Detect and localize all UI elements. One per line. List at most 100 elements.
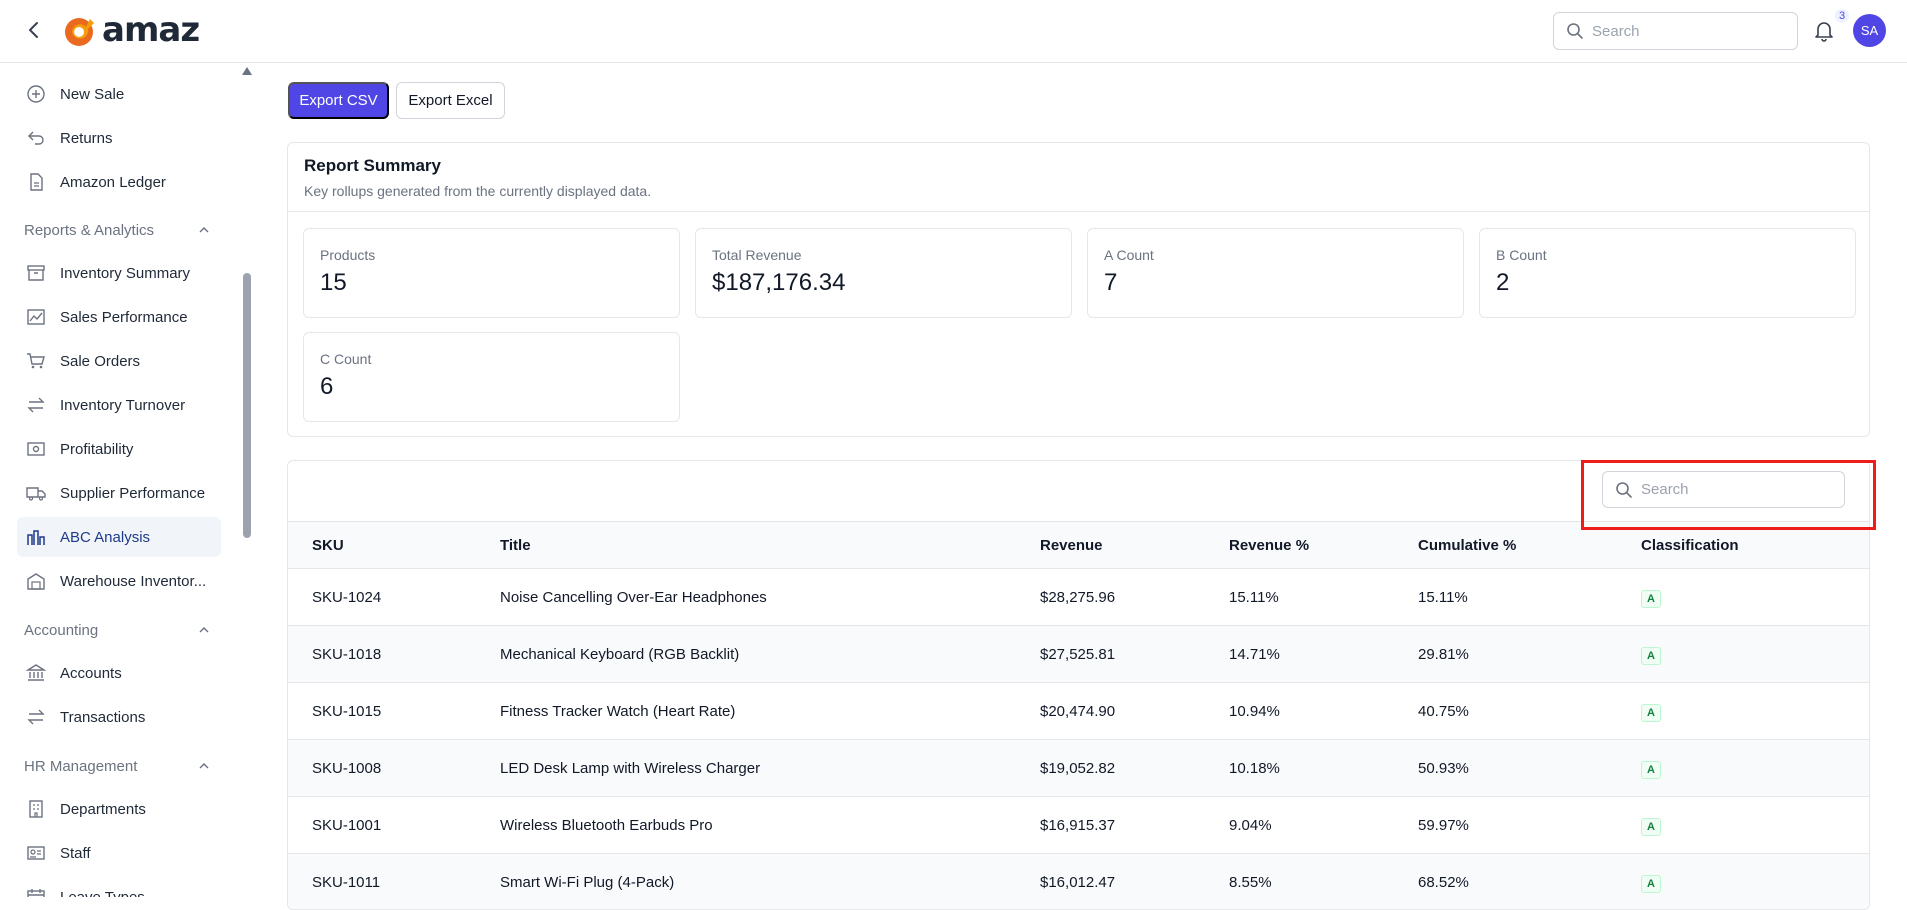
cell-title: Fitness Tracker Watch (Heart Rate) bbox=[500, 703, 736, 720]
cell-revenue: $28,275.96 bbox=[1040, 589, 1116, 606]
document-icon bbox=[25, 171, 47, 193]
stat-card-b-count: B Count 2 bbox=[1479, 228, 1856, 318]
sidebar: New Sale Returns Amazon Ledger Reports &… bbox=[0, 63, 237, 897]
undo-icon bbox=[25, 127, 47, 149]
section-hr-management[interactable]: HR Management bbox=[24, 751, 210, 781]
stat-label: C Count bbox=[320, 351, 372, 367]
sidebar-item-profitability[interactable]: Profitability bbox=[17, 429, 221, 469]
archive-icon bbox=[25, 262, 47, 284]
bar-chart-icon bbox=[25, 526, 47, 548]
notification-badge: 3 bbox=[1835, 9, 1850, 23]
global-search[interactable] bbox=[1553, 12, 1798, 50]
export-csv-button[interactable]: Export CSV bbox=[288, 82, 389, 119]
classification-badge: A bbox=[1641, 875, 1661, 893]
logo-text: amaz bbox=[102, 10, 200, 50]
column-header-sku[interactable]: SKU bbox=[312, 537, 344, 554]
column-header-title[interactable]: Title bbox=[500, 537, 531, 554]
table-row[interactable]: SKU-1024 Noise Cancelling Over-Ear Headp… bbox=[288, 569, 1869, 626]
avatar[interactable]: SA bbox=[1853, 14, 1886, 47]
sidebar-item-supplier-performance[interactable]: Supplier Performance bbox=[17, 473, 221, 513]
column-header-revenue-pct[interactable]: Revenue % bbox=[1229, 537, 1309, 554]
export-excel-button[interactable]: Export Excel bbox=[396, 82, 505, 119]
cell-sku: SKU-1001 bbox=[312, 817, 382, 834]
highlight-box bbox=[1581, 460, 1876, 530]
section-reports-analytics[interactable]: Reports & Analytics bbox=[24, 215, 210, 245]
table-row[interactable]: SKU-1008 LED Desk Lamp with Wireless Cha… bbox=[288, 740, 1869, 797]
sidebar-item-inventory-turnover[interactable]: Inventory Turnover bbox=[17, 385, 221, 425]
cell-title: Smart Wi-Fi Plug (4-Pack) bbox=[500, 874, 675, 891]
sidebar-item-inventory-summary[interactable]: Inventory Summary bbox=[17, 253, 221, 293]
sidebar-item-new-sale[interactable]: New Sale bbox=[17, 74, 221, 114]
sidebar-item-label: Leave Types bbox=[60, 888, 145, 898]
sidebar-item-departments[interactable]: Departments bbox=[17, 789, 221, 829]
trend-chart-icon bbox=[25, 306, 47, 328]
sidebar-item-label: Sale Orders bbox=[60, 352, 141, 370]
cell-revenue: $19,052.82 bbox=[1040, 760, 1116, 777]
app-logo[interactable]: amaz bbox=[62, 10, 200, 50]
back-button[interactable] bbox=[22, 18, 46, 42]
cell-title: Wireless Bluetooth Earbuds Pro bbox=[500, 817, 713, 834]
summary-subtitle: Key rollups generated from the currently… bbox=[304, 183, 652, 199]
global-search-input[interactable] bbox=[1592, 22, 1782, 40]
stat-card-total-revenue: Total Revenue $187,176.34 bbox=[695, 228, 1072, 318]
cell-revenue-pct: 10.18% bbox=[1229, 760, 1280, 777]
cell-revenue-pct: 10.94% bbox=[1229, 703, 1280, 720]
stat-label: B Count bbox=[1496, 247, 1547, 263]
sidebar-item-label: Amazon Ledger bbox=[60, 173, 166, 191]
calendar-icon bbox=[25, 886, 47, 897]
chevron-up-icon bbox=[199, 627, 209, 633]
sidebar-item-accounts[interactable]: Accounts bbox=[17, 653, 221, 693]
stat-label: Products bbox=[320, 247, 376, 263]
warehouse-icon bbox=[25, 570, 47, 592]
sidebar-item-sale-orders[interactable]: Sale Orders bbox=[17, 341, 221, 381]
cell-cumulative-pct: 50.93% bbox=[1418, 760, 1469, 777]
table-row[interactable]: SKU-1011 Smart Wi-Fi Plug (4-Pack) $16,0… bbox=[288, 854, 1869, 909]
stat-label: Total Revenue bbox=[712, 247, 802, 263]
plus-circle-icon bbox=[25, 83, 47, 105]
sidebar-item-staff[interactable]: Staff bbox=[17, 833, 221, 873]
sidebar-item-warehouse-inventory[interactable]: Warehouse Inventor... bbox=[17, 561, 221, 601]
column-header-cumulative-pct[interactable]: Cumulative % bbox=[1418, 537, 1516, 554]
stat-value: $187,176.34 bbox=[712, 269, 846, 296]
sidebar-item-sales-performance[interactable]: Sales Performance bbox=[17, 297, 221, 337]
sidebar-item-label: Sales Performance bbox=[60, 308, 188, 326]
cell-revenue: $16,012.47 bbox=[1040, 874, 1116, 891]
cell-cumulative-pct: 40.75% bbox=[1418, 703, 1469, 720]
bell-icon[interactable] bbox=[1812, 18, 1836, 42]
section-accounting[interactable]: Accounting bbox=[24, 615, 210, 645]
report-summary-card: Report Summary Key rollups generated fro… bbox=[287, 142, 1870, 437]
table-row[interactable]: SKU-1015 Fitness Tracker Watch (Heart Ra… bbox=[288, 683, 1869, 740]
scroll-up-arrow-icon[interactable] bbox=[242, 67, 252, 75]
classification-badge: A bbox=[1641, 761, 1661, 779]
column-header-classification[interactable]: Classification bbox=[1641, 537, 1739, 554]
sidebar-item-label: Inventory Summary bbox=[60, 264, 191, 282]
cell-revenue: $27,525.81 bbox=[1040, 646, 1116, 663]
classification-badge: A bbox=[1641, 704, 1661, 722]
chevron-up-icon bbox=[199, 227, 209, 233]
column-header-revenue[interactable]: Revenue bbox=[1040, 537, 1103, 554]
cell-revenue: $20,474.90 bbox=[1040, 703, 1116, 720]
sidebar-scroll-thumb[interactable] bbox=[243, 273, 251, 538]
table-row[interactable]: SKU-1018 Mechanical Keyboard (RGB Backli… bbox=[288, 626, 1869, 683]
sidebar-item-transactions[interactable]: Transactions bbox=[17, 697, 221, 737]
table-row[interactable]: SKU-1001 Wireless Bluetooth Earbuds Pro … bbox=[288, 797, 1869, 854]
section-label: HR Management bbox=[24, 757, 138, 775]
id-card-icon bbox=[25, 842, 47, 864]
cell-revenue: $16,915.37 bbox=[1040, 817, 1116, 834]
stat-card-c-count: C Count 6 bbox=[303, 332, 680, 422]
sidebar-item-returns[interactable]: Returns bbox=[17, 118, 221, 158]
sidebar-item-label: Profitability bbox=[60, 440, 134, 458]
section-label: Accounting bbox=[24, 621, 99, 639]
sidebar-item-abc-analysis[interactable]: ABC Analysis bbox=[17, 517, 221, 557]
classification-badge: A bbox=[1641, 818, 1661, 836]
swap-arrows-icon bbox=[25, 394, 47, 416]
stat-label: A Count bbox=[1104, 247, 1154, 263]
sidebar-item-label: Accounts bbox=[60, 664, 122, 682]
sidebar-item-label: Departments bbox=[60, 800, 146, 818]
sidebar-item-leave-types[interactable]: Leave Types bbox=[17, 877, 221, 897]
building-icon bbox=[25, 798, 47, 820]
cell-sku: SKU-1008 bbox=[312, 760, 382, 777]
divider bbox=[288, 211, 1869, 212]
cell-revenue-pct: 9.04% bbox=[1229, 817, 1272, 834]
sidebar-item-amazon-ledger[interactable]: Amazon Ledger bbox=[17, 162, 221, 202]
